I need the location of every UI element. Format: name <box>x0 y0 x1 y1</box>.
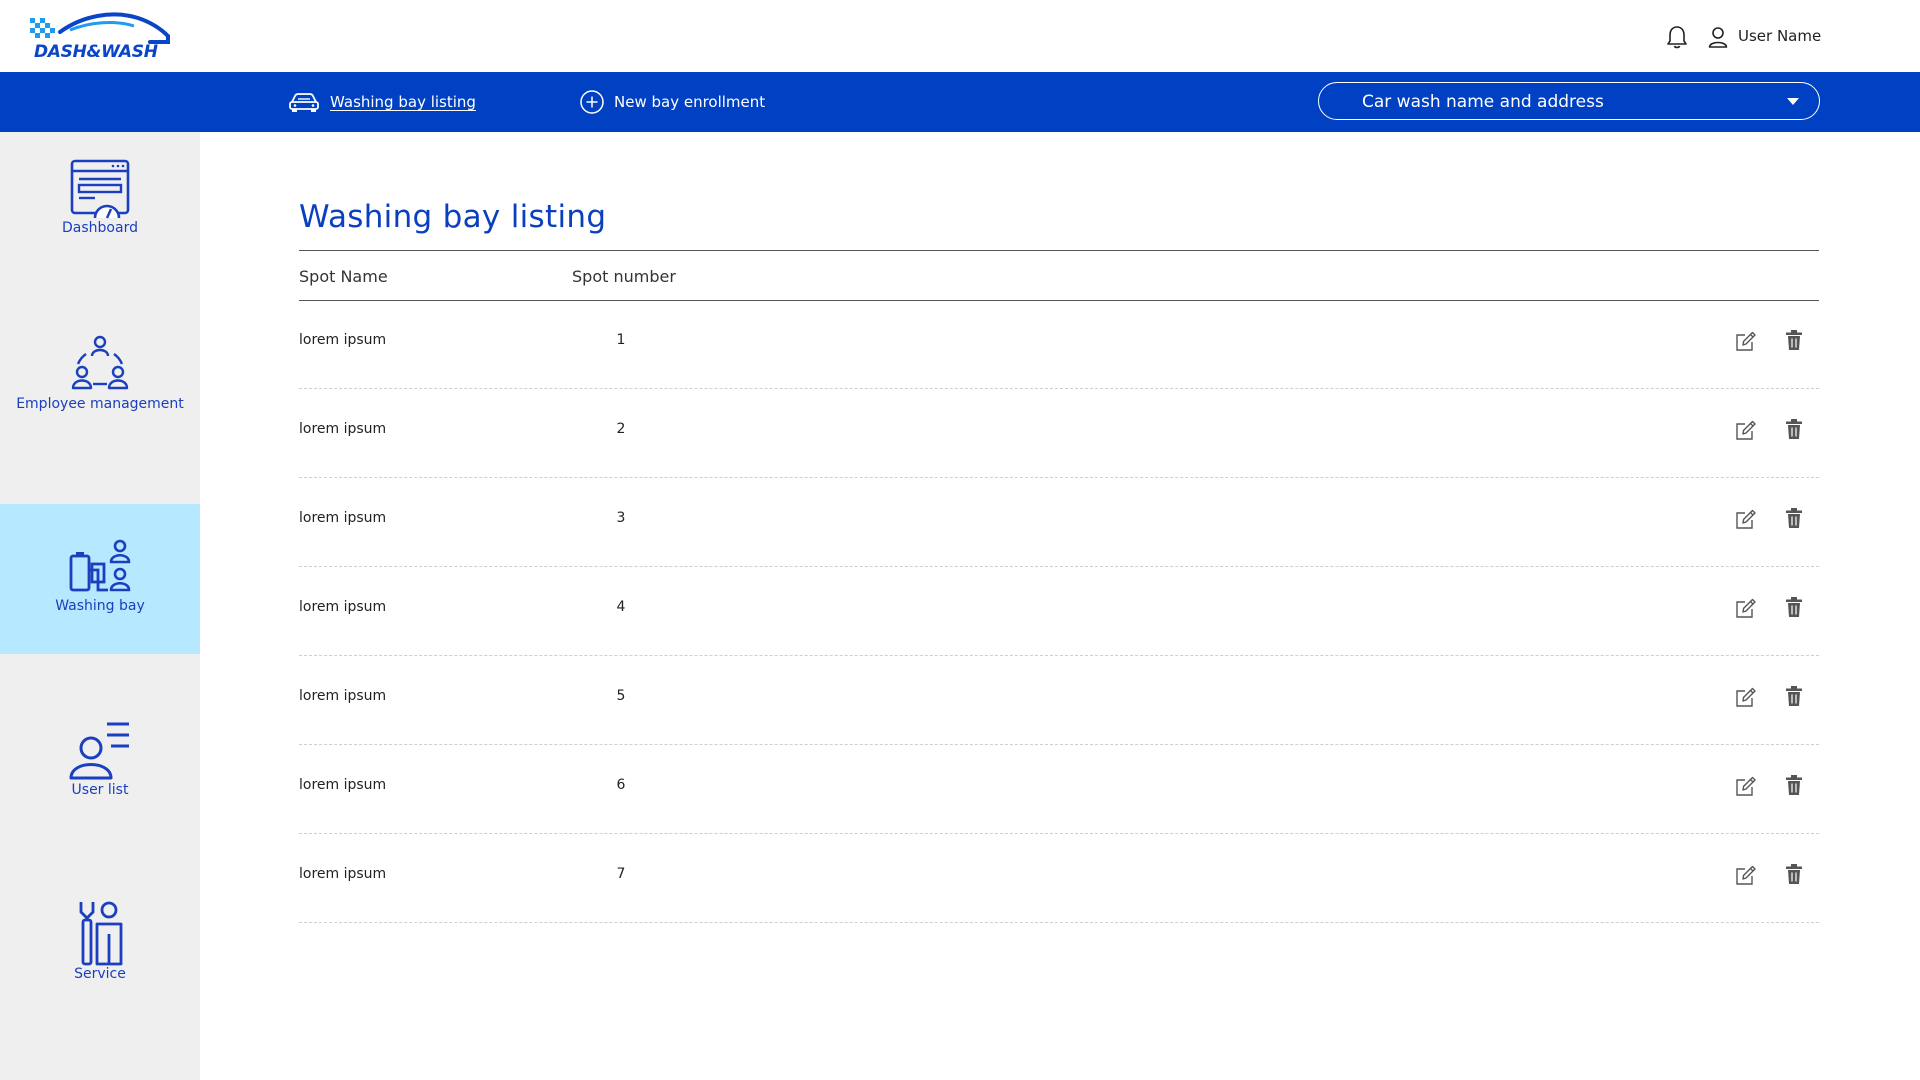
edit-icon[interactable] <box>1735 508 1757 530</box>
sidebar-item-label: Dashboard <box>62 220 138 236</box>
sidebar-item-label: User list <box>71 782 129 798</box>
edit-icon[interactable] <box>1735 419 1757 441</box>
page-title: Washing bay listing <box>299 199 607 235</box>
table-row: lorem ipsum 1 <box>299 300 1819 389</box>
spot-name-cell: lorem ipsum <box>299 688 387 704</box>
new-bay-enrollment-label: New bay enrollment <box>614 93 766 111</box>
sidebar-item-user-list[interactable]: User list <box>0 718 200 818</box>
spot-number-cell: 6 <box>616 777 626 793</box>
edit-icon[interactable] <box>1735 330 1757 352</box>
washing-bay-listing-link[interactable]: Washing bay listing <box>288 90 476 114</box>
user-list-icon <box>69 722 129 780</box>
sidebar: Dashboard Employee management Washing ba… <box>0 132 200 1080</box>
table-row: lorem ipsum 2 <box>299 389 1819 478</box>
car-wash-icon <box>289 93 319 112</box>
column-header-spot-number: Spot number <box>572 267 676 286</box>
trash-icon[interactable] <box>1785 774 1803 796</box>
table-row: lorem ipsum 7 <box>299 834 1819 923</box>
employee-group-icon <box>71 335 129 390</box>
spot-number-cell: 1 <box>616 332 626 348</box>
sidebar-item-label: Service <box>74 966 126 982</box>
logo-text: DASH&WASH <box>34 42 158 62</box>
spot-number-cell: 2 <box>616 421 626 437</box>
table-row: lorem ipsum 5 <box>299 656 1819 745</box>
spot-name-cell: lorem ipsum <box>299 599 387 615</box>
spot-number-cell: 5 <box>616 688 626 704</box>
sub-navigation-bar: Washing bay listing New bay enrollment C… <box>0 72 1920 132</box>
service-icon <box>79 901 123 966</box>
user-name[interactable]: User Name <box>1738 27 1821 45</box>
sidebar-item-label: Washing bay <box>55 598 145 614</box>
spot-number-cell: 3 <box>616 510 626 526</box>
spot-name-cell: lorem ipsum <box>299 421 387 437</box>
edit-icon[interactable] <box>1735 686 1757 708</box>
sidebar-item-washing-bay[interactable]: Washing bay <box>0 504 200 654</box>
car-wash-select-value: Car wash name and address <box>1362 92 1604 112</box>
table-row: lorem ipsum 6 <box>299 745 1819 834</box>
spot-number-cell: 4 <box>616 599 626 615</box>
sidebar-item-employee-management[interactable]: Employee management <box>0 332 200 452</box>
trash-icon[interactable] <box>1785 685 1803 707</box>
trash-icon[interactable] <box>1785 863 1803 885</box>
chevron-down-icon <box>1787 98 1799 105</box>
trash-icon[interactable] <box>1785 596 1803 618</box>
trash-icon[interactable] <box>1785 329 1803 351</box>
dashboard-icon <box>70 159 130 219</box>
sidebar-item-dashboard[interactable]: Dashboard <box>0 158 200 258</box>
column-header-spot-name: Spot Name <box>299 267 388 286</box>
sidebar-item-label: Employee management <box>16 396 184 412</box>
trash-icon[interactable] <box>1785 507 1803 529</box>
plus-circle-icon <box>580 90 604 114</box>
row-divider <box>299 922 1819 923</box>
washing-bay-listing-label: Washing bay listing <box>330 93 476 111</box>
bell-icon[interactable] <box>1666 25 1688 49</box>
edit-icon[interactable] <box>1735 597 1757 619</box>
user-icon[interactable] <box>1708 26 1728 48</box>
top-header: DASH&WASH User Name <box>0 0 1920 72</box>
spot-name-cell: lorem ipsum <box>299 866 387 882</box>
brand-logo[interactable]: DASH&WASH <box>30 10 172 66</box>
spot-name-cell: lorem ipsum <box>299 510 387 526</box>
spot-name-cell: lorem ipsum <box>299 777 387 793</box>
edit-icon[interactable] <box>1735 775 1757 797</box>
trash-icon[interactable] <box>1785 418 1803 440</box>
washing-bay-icon <box>69 539 131 592</box>
sidebar-item-service[interactable]: Service <box>0 900 200 1000</box>
table-row: lorem ipsum 3 <box>299 478 1819 567</box>
table-row: lorem ipsum 4 <box>299 567 1819 656</box>
divider <box>299 250 1819 251</box>
spot-number-cell: 7 <box>616 866 626 882</box>
spot-name-cell: lorem ipsum <box>299 332 387 348</box>
car-wash-select[interactable]: Car wash name and address <box>1318 82 1820 120</box>
edit-icon[interactable] <box>1735 864 1757 886</box>
new-bay-enrollment-link[interactable]: New bay enrollment <box>580 90 765 114</box>
